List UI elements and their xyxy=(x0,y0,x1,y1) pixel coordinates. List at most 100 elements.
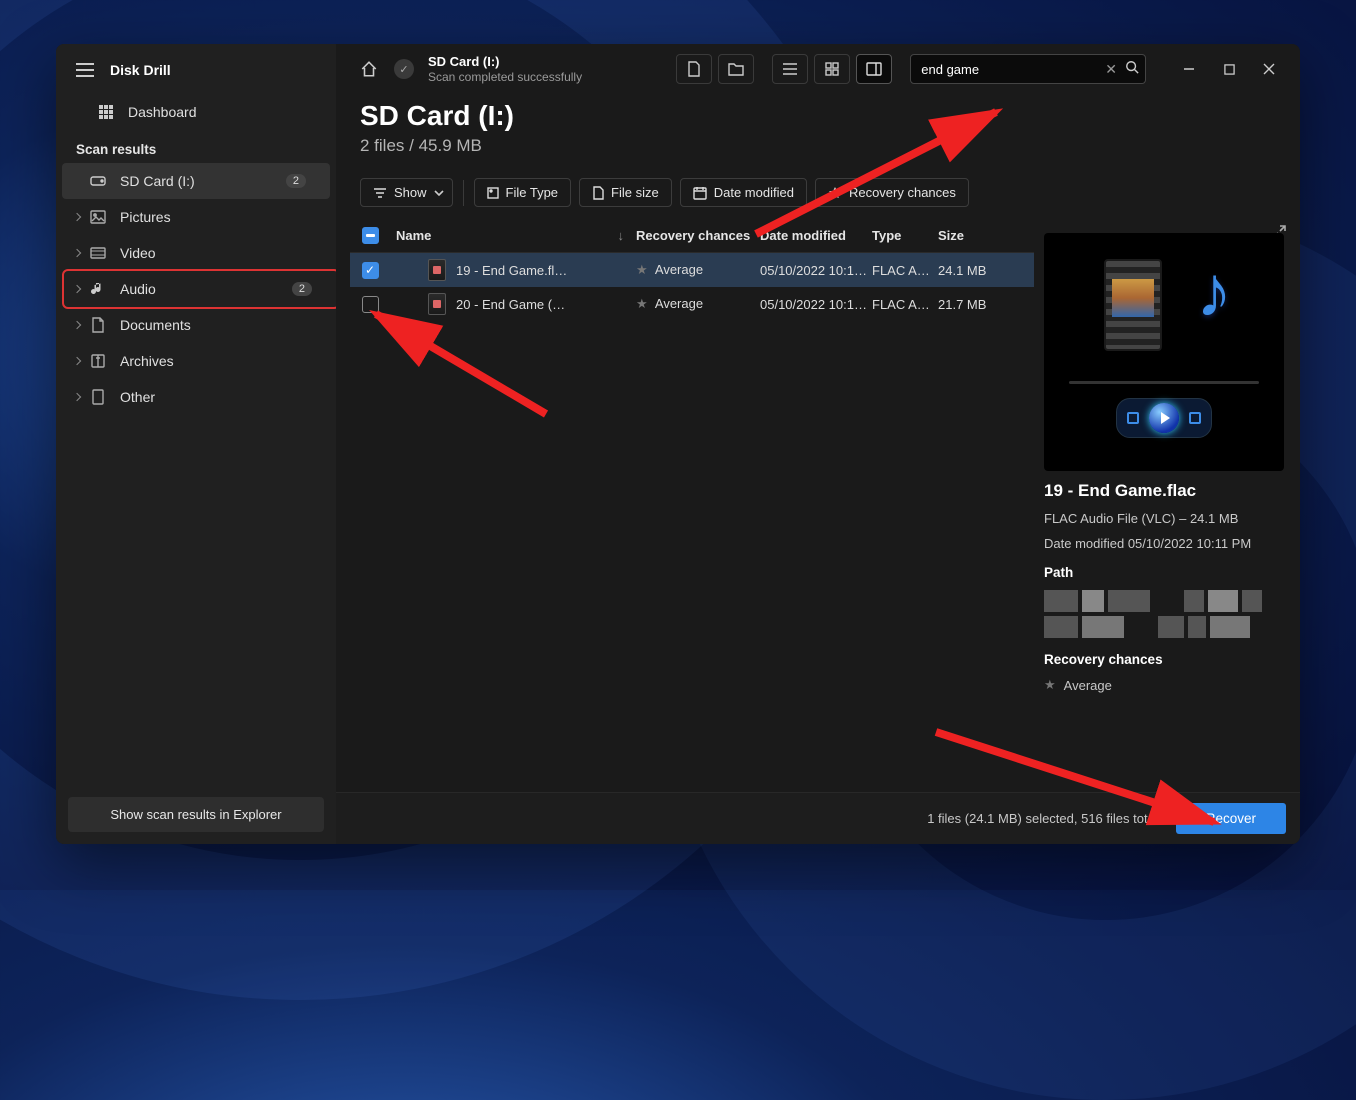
sidebar-item-pictures[interactable]: Pictures xyxy=(56,199,336,235)
show-in-explorer-button[interactable]: Show scan results in Explorer xyxy=(68,797,324,832)
search-field[interactable] xyxy=(921,62,1097,77)
file-type-filter-button[interactable]: File Type xyxy=(474,178,572,207)
file-type-icon xyxy=(428,293,446,315)
topbar-subtitle: Scan completed successfully xyxy=(428,70,582,84)
sidebar-section-label: Scan results xyxy=(56,134,336,163)
column-date[interactable]: Date modified xyxy=(760,228,872,243)
clear-search-icon[interactable]: ✕ xyxy=(1103,61,1119,78)
sidebar-dashboard[interactable]: Dashboard xyxy=(56,92,336,134)
file-size: 21.7 MB xyxy=(938,297,1034,312)
minimize-button[interactable] xyxy=(1170,54,1208,84)
grid-view-icon[interactable] xyxy=(814,54,850,84)
music-note-icon xyxy=(90,281,106,297)
column-type[interactable]: Type xyxy=(872,228,938,243)
chevron-right-icon xyxy=(73,285,81,293)
grid-icon xyxy=(98,104,114,120)
file-icon[interactable] xyxy=(676,54,712,84)
select-all-checkbox[interactable] xyxy=(362,227,379,244)
close-button[interactable] xyxy=(1250,54,1288,84)
fullscreen-icon[interactable] xyxy=(1189,412,1201,424)
chevron-right-icon xyxy=(73,249,81,257)
star-icon: ★ xyxy=(636,296,648,311)
preview-date: Date modified 05/10/2022 10:11 PM xyxy=(1044,536,1284,551)
chevron-right-icon xyxy=(73,321,81,329)
preview-meta: FLAC Audio File (VLC) – 24.1 MB xyxy=(1044,511,1284,526)
sidebar-item-video[interactable]: Video xyxy=(56,235,336,271)
filter-bar: Show File Type File size Date modified R… xyxy=(336,160,1300,219)
sidebar-badge: 2 xyxy=(286,174,306,188)
folder-icon[interactable] xyxy=(718,54,754,84)
file-type: FLAC A… xyxy=(872,263,938,278)
file-date: 05/10/2022 10:1… xyxy=(760,297,872,312)
document-icon xyxy=(90,317,106,333)
chevron-right-icon xyxy=(73,393,81,401)
file-size: 24.1 MB xyxy=(938,263,1034,278)
image-icon xyxy=(90,209,106,225)
stop-icon[interactable] xyxy=(1127,412,1139,424)
file-type: FLAC A… xyxy=(872,297,938,312)
page-title: SD Card (I:) xyxy=(360,100,1276,132)
panel-view-icon[interactable] xyxy=(856,54,892,84)
main-content: ✓ SD Card (I:) Scan completed successful… xyxy=(336,44,1300,844)
star-icon: ★ xyxy=(636,262,648,277)
topbar-title: SD Card (I:) xyxy=(428,54,582,69)
search-icon[interactable] xyxy=(1125,60,1139,79)
sidebar-item-label: Archives xyxy=(120,353,174,369)
list-view-icon[interactable] xyxy=(772,54,808,84)
playback-track[interactable] xyxy=(1069,381,1259,384)
preview-rc-value: Average xyxy=(1064,678,1112,693)
page-subtitle: 2 files / 45.9 MB xyxy=(360,136,1276,156)
video-icon xyxy=(90,245,106,261)
sidebar-item-archives[interactable]: Archives xyxy=(56,343,336,379)
show-filter-button[interactable]: Show xyxy=(360,178,453,207)
playback-controls xyxy=(1116,398,1212,438)
date-modified-filter-button[interactable]: Date modified xyxy=(680,178,807,207)
row-checkbox[interactable]: ✓ xyxy=(362,262,379,279)
sidebar-item-label: SD Card (I:) xyxy=(120,173,195,189)
sort-down-icon: ↓ xyxy=(618,228,625,243)
chevron-right-icon xyxy=(73,213,81,221)
column-name[interactable]: Name↓ xyxy=(390,228,636,243)
file-size-filter-button[interactable]: File size xyxy=(579,178,672,207)
file-name: 19 - End Game.fl… xyxy=(456,263,567,278)
row-checkbox[interactable] xyxy=(362,296,379,313)
sidebar-item-audio[interactable]: Audio 2 xyxy=(56,271,336,307)
column-size[interactable]: Size xyxy=(938,228,1034,243)
scan-status-icon: ✓ xyxy=(394,59,414,79)
sidebar-item-label: Other xyxy=(120,389,155,405)
home-icon[interactable] xyxy=(354,54,384,84)
preview-title: 19 - End Game.flac xyxy=(1044,481,1284,501)
recovery-chances-filter-button[interactable]: Recovery chances xyxy=(815,178,969,207)
sidebar-badge: 2 xyxy=(292,282,312,296)
play-button[interactable] xyxy=(1149,403,1179,433)
recover-button[interactable]: Recover xyxy=(1176,803,1286,834)
selection-status: 1 files (24.1 MB) selected, 516 files to… xyxy=(927,811,1158,826)
topbar: ✓ SD Card (I:) Scan completed successful… xyxy=(336,44,1300,92)
sidebar-item-sdcard[interactable]: SD Card (I:) 2 xyxy=(62,163,330,199)
sidebar-item-label: Pictures xyxy=(120,209,171,225)
sidebar-item-documents[interactable]: Documents xyxy=(56,307,336,343)
file-type-icon xyxy=(428,259,446,281)
maximize-button[interactable] xyxy=(1210,54,1248,84)
file-date: 05/10/2022 10:1… xyxy=(760,263,872,278)
column-recovery[interactable]: Recovery chances xyxy=(636,228,760,243)
file-name: 20 - End Game (… xyxy=(456,297,565,312)
preview-path-label: Path xyxy=(1044,565,1284,580)
sidebar: Disk Drill Dashboard Scan results SD Car… xyxy=(56,44,336,844)
table-row[interactable]: ✓ 19 - End Game.fl… ★ Average 05/10/2022… xyxy=(350,253,1034,287)
table-header: Name↓ Recovery chances Date modified Typ… xyxy=(350,219,1034,253)
media-artwork: ♪ xyxy=(1104,251,1224,361)
preview-media: ♪ xyxy=(1044,233,1284,471)
sidebar-item-label: Documents xyxy=(120,317,191,333)
search-input[interactable]: ✕ xyxy=(910,54,1146,84)
redacted-path xyxy=(1044,590,1284,638)
archive-icon xyxy=(90,353,106,369)
table-row[interactable]: 20 - End Game (… ★ Average 05/10/2022 10… xyxy=(350,287,1034,321)
page-icon xyxy=(90,389,106,405)
menu-icon[interactable] xyxy=(76,63,94,77)
app-title: Disk Drill xyxy=(110,62,171,78)
drive-icon xyxy=(90,173,106,189)
sidebar-item-other[interactable]: Other xyxy=(56,379,336,415)
preview-panel: ♪ 19 - End Game.flac FLAC Audio File (VL… xyxy=(1034,219,1300,792)
sidebar-item-label: Video xyxy=(120,245,156,261)
